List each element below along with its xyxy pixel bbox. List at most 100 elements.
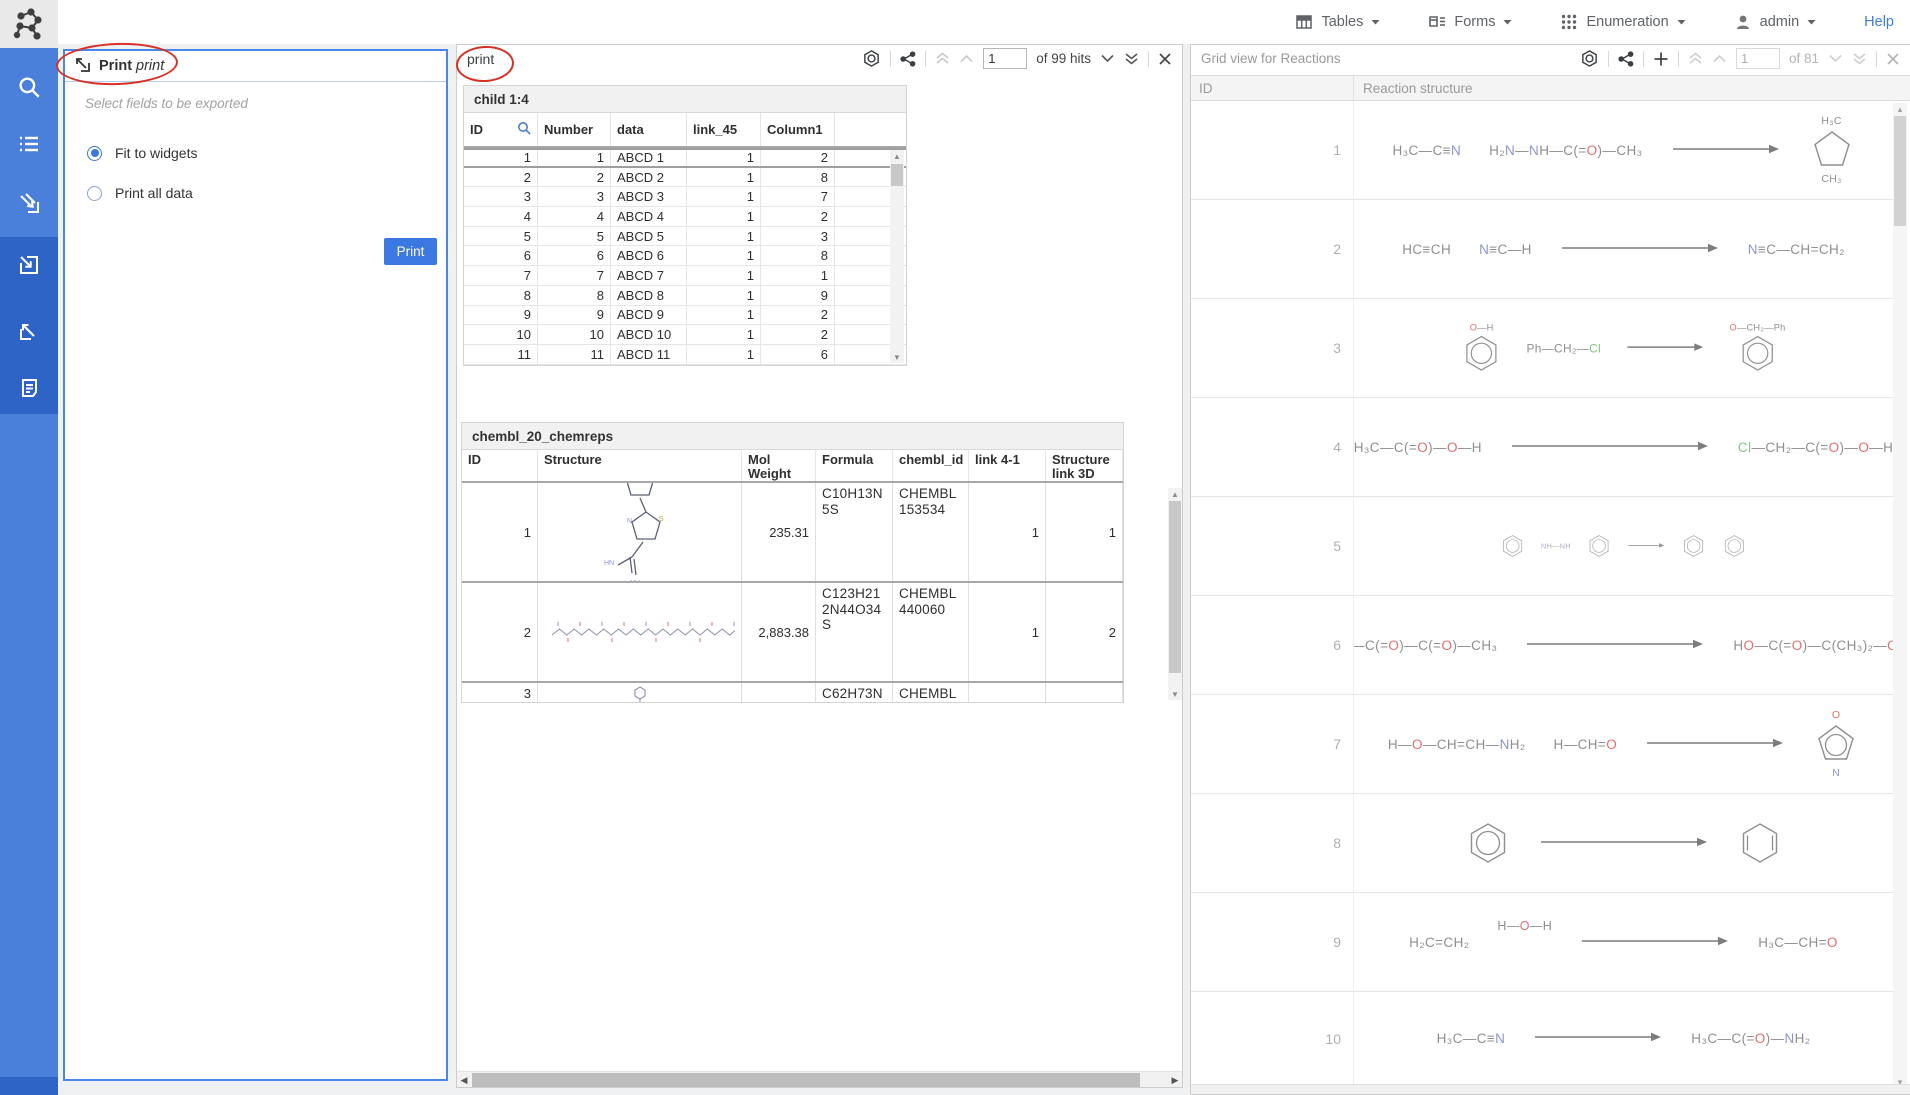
- table-row[interactable]: 33ABCD 317: [464, 187, 906, 207]
- ring-structure: [1500, 533, 1525, 558]
- resize-arrow-icon[interactable]: [74, 56, 91, 76]
- first-record-icon[interactable]: [935, 52, 950, 65]
- close-icon[interactable]: [1886, 52, 1900, 66]
- table-row[interactable]: 99ABCD 912: [464, 306, 906, 326]
- reaction-row[interactable]: 7H—O—CH=CH—NH₂H—CH=OON: [1191, 695, 1893, 794]
- radio-print-all-data[interactable]: Print all data: [87, 185, 193, 201]
- column-header-number[interactable]: Number: [538, 113, 611, 146]
- form-export-icon[interactable]: [0, 185, 58, 221]
- radio-selected-icon[interactable]: [87, 146, 102, 161]
- close-icon[interactable]: [1158, 52, 1172, 66]
- menu-tables[interactable]: Tables: [1295, 13, 1380, 31]
- share-icon[interactable]: [1618, 51, 1634, 67]
- column-header-structure-link-3d[interactable]: Structure link 3D: [1046, 450, 1123, 481]
- cell: [969, 683, 1046, 703]
- cell: 1: [687, 227, 761, 246]
- add-row-icon[interactable]: [1653, 51, 1669, 67]
- table-row[interactable]: 1010ABCD 1012: [464, 325, 906, 345]
- reaction-row[interactable]: 5NH—NH: [1191, 497, 1893, 596]
- table-row[interactable]: 22,883.38C123H212N44O34SCHEMBL44006012: [462, 583, 1123, 683]
- molecule-formula: H₃C—C(=O)—C(=O)—CH₃: [1354, 638, 1497, 653]
- last-record-icon[interactable]: [1124, 52, 1139, 65]
- reaction-row[interactable]: 6H₃C—C(=O)—C(=O)—CH₃HO—C(=O)—C(CH₃)₂—O—H: [1191, 596, 1893, 695]
- table-row[interactable]: 55ABCD 513: [464, 227, 906, 247]
- column-header-link_45[interactable]: link_45: [687, 113, 761, 146]
- column-header-link-4-1[interactable]: link 4-1: [969, 450, 1046, 481]
- menu-enumeration[interactable]: Enumeration: [1560, 13, 1685, 31]
- cell: C62H73N1: [816, 683, 893, 703]
- column-header-data[interactable]: data: [611, 113, 687, 146]
- table-row[interactable]: 11ABCD 112: [464, 148, 906, 168]
- column-header-chembl-id[interactable]: chembl_id: [893, 450, 969, 481]
- search-icon[interactable]: [0, 69, 58, 105]
- child-table-scrollbar[interactable]: ▲ ▼: [890, 150, 904, 363]
- structure-tools-icon[interactable]: [1580, 49, 1599, 68]
- column-header-id[interactable]: ID: [464, 113, 538, 146]
- ring-structure: [1681, 533, 1706, 558]
- cell: [1046, 683, 1123, 703]
- app-logo[interactable]: [0, 0, 58, 48]
- table-row[interactable]: 66ABCD 618: [464, 246, 906, 266]
- list-icon[interactable]: [0, 126, 58, 162]
- print-button[interactable]: Print: [384, 238, 437, 265]
- molecule-formula: N≡C—H: [1479, 242, 1532, 257]
- menu-forms[interactable]: Forms: [1428, 13, 1512, 31]
- column-header-structure[interactable]: Structure: [538, 450, 742, 481]
- share-icon[interactable]: [900, 51, 916, 67]
- structure-tools-icon[interactable]: [862, 49, 881, 68]
- table-row[interactable]: 44ABCD 412: [464, 207, 906, 227]
- dialog-title: Print: [99, 58, 132, 74]
- previous-record-icon[interactable]: [959, 54, 974, 63]
- cell: 8: [464, 286, 538, 305]
- molecule-formula: NH—NH: [1541, 542, 1571, 550]
- column-header-mol-weight[interactable]: Mol Weight: [742, 450, 816, 481]
- reaction-row[interactable]: 9H₂C=CH₂H—O—HH₃C—CH=O: [1191, 893, 1893, 992]
- table-row[interactable]: 88ABCD 819: [464, 286, 906, 306]
- reaction-row[interactable]: 8: [1191, 794, 1893, 893]
- help-link[interactable]: Help: [1864, 14, 1894, 30]
- cell: 11: [538, 345, 611, 364]
- record-number-input[interactable]: [1736, 48, 1780, 69]
- reaction-id: 2: [1191, 200, 1354, 298]
- cell: 9: [538, 306, 611, 325]
- top-menu-bar: Tables Forms Enumeration admin Help: [58, 0, 1910, 44]
- reaction-row[interactable]: 1H₃C—C≡NH₂N—NH—C(=O)—CH₃H₃CCH₃: [1191, 101, 1893, 200]
- column-header-id[interactable]: ID: [462, 450, 538, 481]
- grid-scrollbar[interactable]: ▲ ▼: [1893, 103, 1907, 1088]
- reaction-row[interactable]: 4H₃C—C(=O)—O—HCl—CH₂—C(=O)—O—H: [1191, 398, 1893, 497]
- table-row[interactable]: 3C62H73N1CHEMBL44: [462, 683, 1123, 703]
- first-record-icon[interactable]: [1688, 52, 1703, 65]
- search-icon[interactable]: [517, 121, 531, 138]
- ring-substituent-label: O: [1832, 709, 1840, 721]
- record-number-input[interactable]: [983, 48, 1027, 69]
- print-form-panel: print: [456, 44, 1183, 1088]
- ring-substituent-label: O—CH₂—Ph: [1730, 322, 1786, 333]
- reaction-row[interactable]: 2HC≡CHN≡C—HN≡C—CH=CH₂: [1191, 200, 1893, 299]
- radio-unselected-icon[interactable]: [87, 186, 102, 201]
- column-header-column1[interactable]: Column1: [761, 113, 835, 146]
- reaction-row[interactable]: 3O—HPh—CH₂—ClO—CH₂—Ph: [1191, 299, 1893, 398]
- previous-record-icon[interactable]: [1712, 54, 1727, 63]
- menu-admin[interactable]: admin: [1734, 13, 1817, 31]
- next-record-icon[interactable]: [1828, 54, 1843, 63]
- reaction-row[interactable]: 10H₃C—C≡NH₃C—C(=O)—NH₂: [1191, 992, 1893, 1086]
- cell: 1: [687, 168, 761, 187]
- table-row[interactable]: 1111ABCD 1116: [464, 345, 906, 365]
- horizontal-scrollbar[interactable]: ◀ ▶: [457, 1071, 1182, 1087]
- form-open-icon[interactable]: [0, 313, 58, 349]
- table-row[interactable]: 77ABCD 711: [464, 266, 906, 286]
- radio-fit-to-widgets[interactable]: Fit to widgets: [87, 145, 197, 161]
- cell: ABCD 1: [611, 150, 687, 166]
- form-import-icon[interactable]: [0, 247, 58, 283]
- reaction-arrow: [1627, 541, 1666, 550]
- next-record-icon[interactable]: [1100, 54, 1115, 63]
- table-row[interactable]: 1CHH₃CSNHNNH235.31C10H13N5SCHEMBL1535341…: [462, 483, 1123, 583]
- report-icon[interactable]: [0, 370, 58, 406]
- table-row[interactable]: 22ABCD 218: [464, 168, 906, 188]
- chembl-table-scrollbar[interactable]: ▲ ▼: [1168, 488, 1182, 700]
- grid-panel-header: Grid view for Reactions: [1191, 45, 1910, 72]
- molecule-formula: Cl—CH₂—C(=O)—O—H: [1738, 440, 1893, 455]
- last-record-icon[interactable]: [1852, 52, 1867, 65]
- column-header-formula[interactable]: Formula: [816, 450, 893, 481]
- cell: 7: [464, 266, 538, 285]
